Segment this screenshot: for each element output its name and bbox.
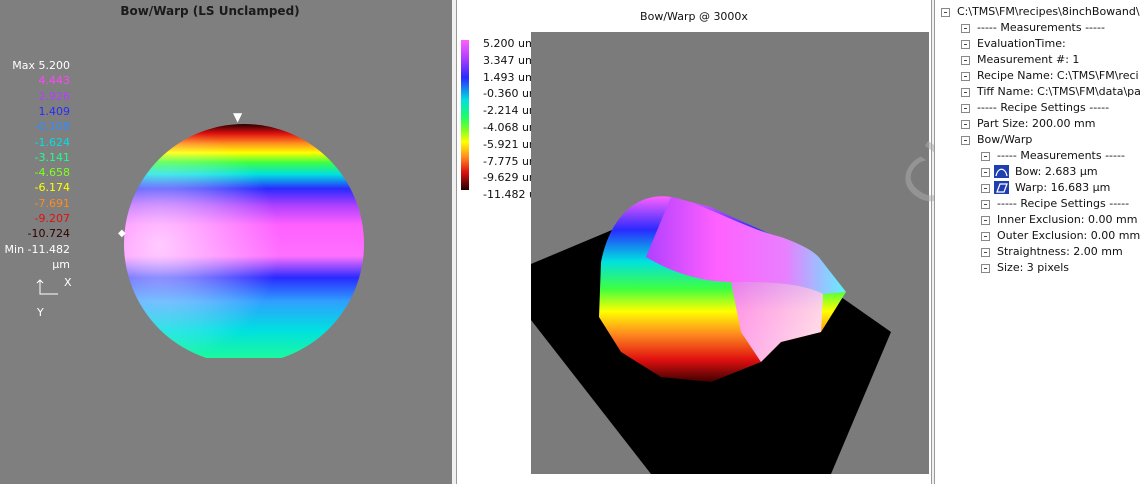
scale-label: -6.174 <box>34 181 70 195</box>
results-tree[interactable]: C:\TMS\FM\recipes\8inchBowand\ ----- Meas… <box>934 0 1148 484</box>
wafer-map-title: Bow/Warp (LS Unclamped) <box>120 4 300 18</box>
axis-indicator-icon <box>36 279 58 295</box>
expand-toggle-icon[interactable] <box>981 152 990 161</box>
scale-label: -1.624 <box>34 135 70 149</box>
tree-item-label: Size: 3 pixels <box>997 261 1070 274</box>
tree-item-label: Straightness: 2.00 mm <box>997 245 1123 258</box>
tree-item-label: Bow: 2.683 µm <box>1015 165 1098 178</box>
scale-label: Min -11.482 <box>4 242 70 256</box>
scale-label: 2.926 <box>38 89 71 103</box>
expand-toggle-icon[interactable] <box>961 120 970 129</box>
expand-toggle-icon[interactable] <box>941 8 950 17</box>
expand-toggle-icon[interactable] <box>981 168 990 177</box>
expand-toggle-icon[interactable] <box>961 136 970 145</box>
tree-item-label: Outer Exclusion: 0.00 mm <box>997 229 1141 242</box>
3d-view-title: Bow/Warp @ 3000x <box>640 10 748 23</box>
expand-toggle-icon[interactable] <box>961 88 970 97</box>
colorbar-label: 3.347 um <box>483 53 536 67</box>
expand-toggle-icon[interactable] <box>981 184 990 193</box>
top-marker-icon: ▼ <box>233 110 243 124</box>
colorbar-label: 1.493 um <box>483 70 536 84</box>
scale-label: µm <box>52 257 70 271</box>
scale-label: 1.409 <box>38 104 71 118</box>
expand-toggle-icon[interactable] <box>981 216 990 225</box>
tree-item-label: Inner Exclusion: 0.00 mm <box>997 213 1138 226</box>
expand-toggle-icon[interactable] <box>981 264 990 273</box>
tree-item-label: Recipe Name: C:\TMS\FM\reci <box>977 69 1139 82</box>
scale-label: -4.658 <box>34 166 70 180</box>
expand-toggle-icon[interactable] <box>981 232 990 241</box>
scale-label: -3.141 <box>34 150 70 164</box>
tree-item-label: ----- Measurements ----- <box>977 21 1105 34</box>
warp-icon <box>994 181 1009 194</box>
tree-item-label: C:\TMS\FM\recipes\8inchBowand\ <box>957 5 1140 18</box>
expand-toggle-icon[interactable] <box>961 24 970 33</box>
colorbar-label: 5.200 um <box>483 37 536 50</box>
bow-icon <box>994 165 1009 178</box>
3d-surface <box>531 196 891 474</box>
expand-toggle-icon[interactable] <box>981 200 990 209</box>
wafer-map-panel: Bow/Warp (LS Unclamped) Max 5.200 4.443 2.… <box>0 0 452 484</box>
3d-plot[interactable] <box>531 32 929 474</box>
scale-label: -10.724 <box>27 227 70 241</box>
axis-y-label: Y <box>37 306 44 319</box>
left-marker-icon: ◆ <box>118 228 126 239</box>
3d-view-panel: Bow/Warp @ 3000x 5.200 um 3.347 um 1.493 u… <box>456 0 1148 484</box>
expand-toggle-icon[interactable] <box>961 72 970 81</box>
tree-item-label: Bow/Warp <box>977 133 1033 146</box>
colorbar <box>461 40 469 190</box>
expand-toggle-icon[interactable] <box>961 56 970 65</box>
tree-item-label: Warp: 16.683 µm <box>1015 181 1111 194</box>
tree-item-label: Part Size: 200.00 mm <box>977 117 1096 130</box>
tree-item-label: Measurement #: 1 <box>977 53 1080 66</box>
scale-label: 4.443 <box>38 74 71 88</box>
scale-label: Max 5.200 <box>12 59 70 72</box>
expand-toggle-icon[interactable] <box>961 104 970 113</box>
wafer-map[interactable] <box>114 114 374 374</box>
tree-item-label: ----- Recipe Settings ----- <box>997 197 1130 210</box>
scale-label: -9.207 <box>34 212 70 225</box>
tree-item-label: Tiff Name: C:\TMS\FM\data\pa <box>977 85 1141 98</box>
expand-toggle-icon[interactable] <box>961 40 970 49</box>
expand-toggle-icon[interactable] <box>981 248 990 257</box>
tree-item-label: ----- Measurements ----- <box>997 149 1125 162</box>
tree-item-label: EvaluationTime: <box>977 37 1066 50</box>
tree-item-label: ----- Recipe Settings ----- <box>977 101 1110 114</box>
scale-label: -0.108 <box>34 120 70 134</box>
axis-x-label: X <box>64 276 72 289</box>
scale-label: -7.691 <box>34 196 70 210</box>
